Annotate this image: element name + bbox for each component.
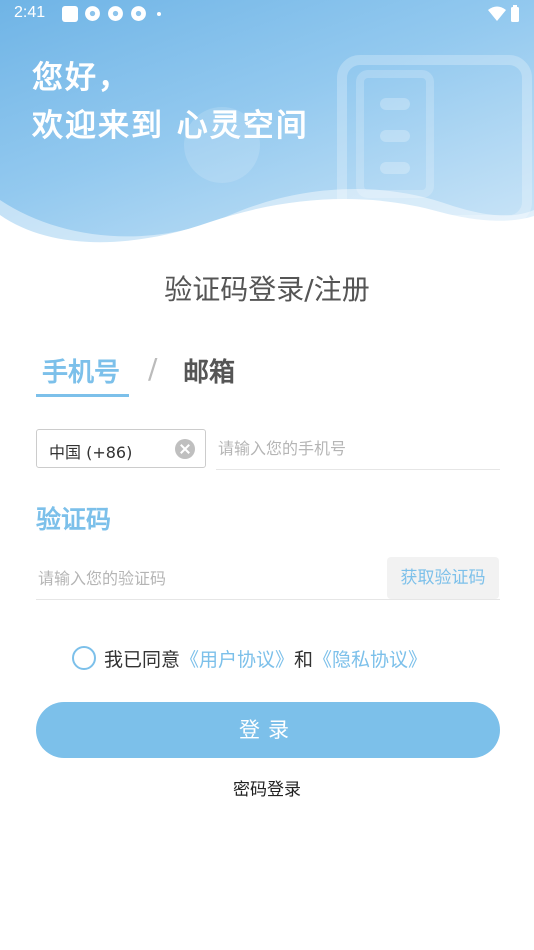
agree-prefix: 我已同意 <box>104 648 181 671</box>
more-notifications-dot-icon <box>157 11 161 16</box>
header-banner: 2:41 您好， 欢迎来到 心灵空间 <box>0 0 534 250</box>
get-code-button[interactable]: 获取验证码 <box>387 557 499 599</box>
settings-notification-icon <box>85 6 100 21</box>
tab-phone[interactable]: 手机号 <box>42 352 120 389</box>
country-code-value: 中国 (+86) <box>49 443 133 462</box>
country-code-selector[interactable]: 中国 (+86) <box>36 429 206 468</box>
tab-separator: / <box>148 352 158 385</box>
phone-input[interactable] <box>216 428 500 470</box>
user-agreement-link[interactable]: 《用户协议》 <box>180 645 294 672</box>
battery-icon <box>511 5 519 22</box>
status-time: 2:41 <box>14 4 46 21</box>
agreement-row: 我已同意 《用户协议》 和 《隐私协议》 <box>72 644 427 672</box>
code-label: 验证码 <box>36 505 112 534</box>
app-notification-icon <box>62 5 78 22</box>
greeting-line-2: 欢迎来到 心灵空间 <box>32 108 309 144</box>
page-title: 验证码登录/注册 <box>164 273 370 306</box>
login-button[interactable]: 登录 <box>36 702 500 758</box>
clear-icon[interactable] <box>175 439 195 459</box>
agree-radio[interactable] <box>72 646 96 670</box>
password-login-link[interactable]: 密码登录 <box>0 775 534 800</box>
tab-email[interactable]: 邮箱 <box>183 352 235 389</box>
settings-notification-icon <box>108 6 123 21</box>
tab-active-indicator <box>36 394 129 397</box>
agree-and: 和 <box>294 648 314 671</box>
settings-notification-icon <box>131 6 146 21</box>
greeting-line-1: 您好， <box>32 60 131 96</box>
wifi-icon <box>488 6 506 21</box>
status-bar: 2:41 <box>0 0 534 28</box>
privacy-agreement-link[interactable]: 《隐私协议》 <box>313 645 427 672</box>
